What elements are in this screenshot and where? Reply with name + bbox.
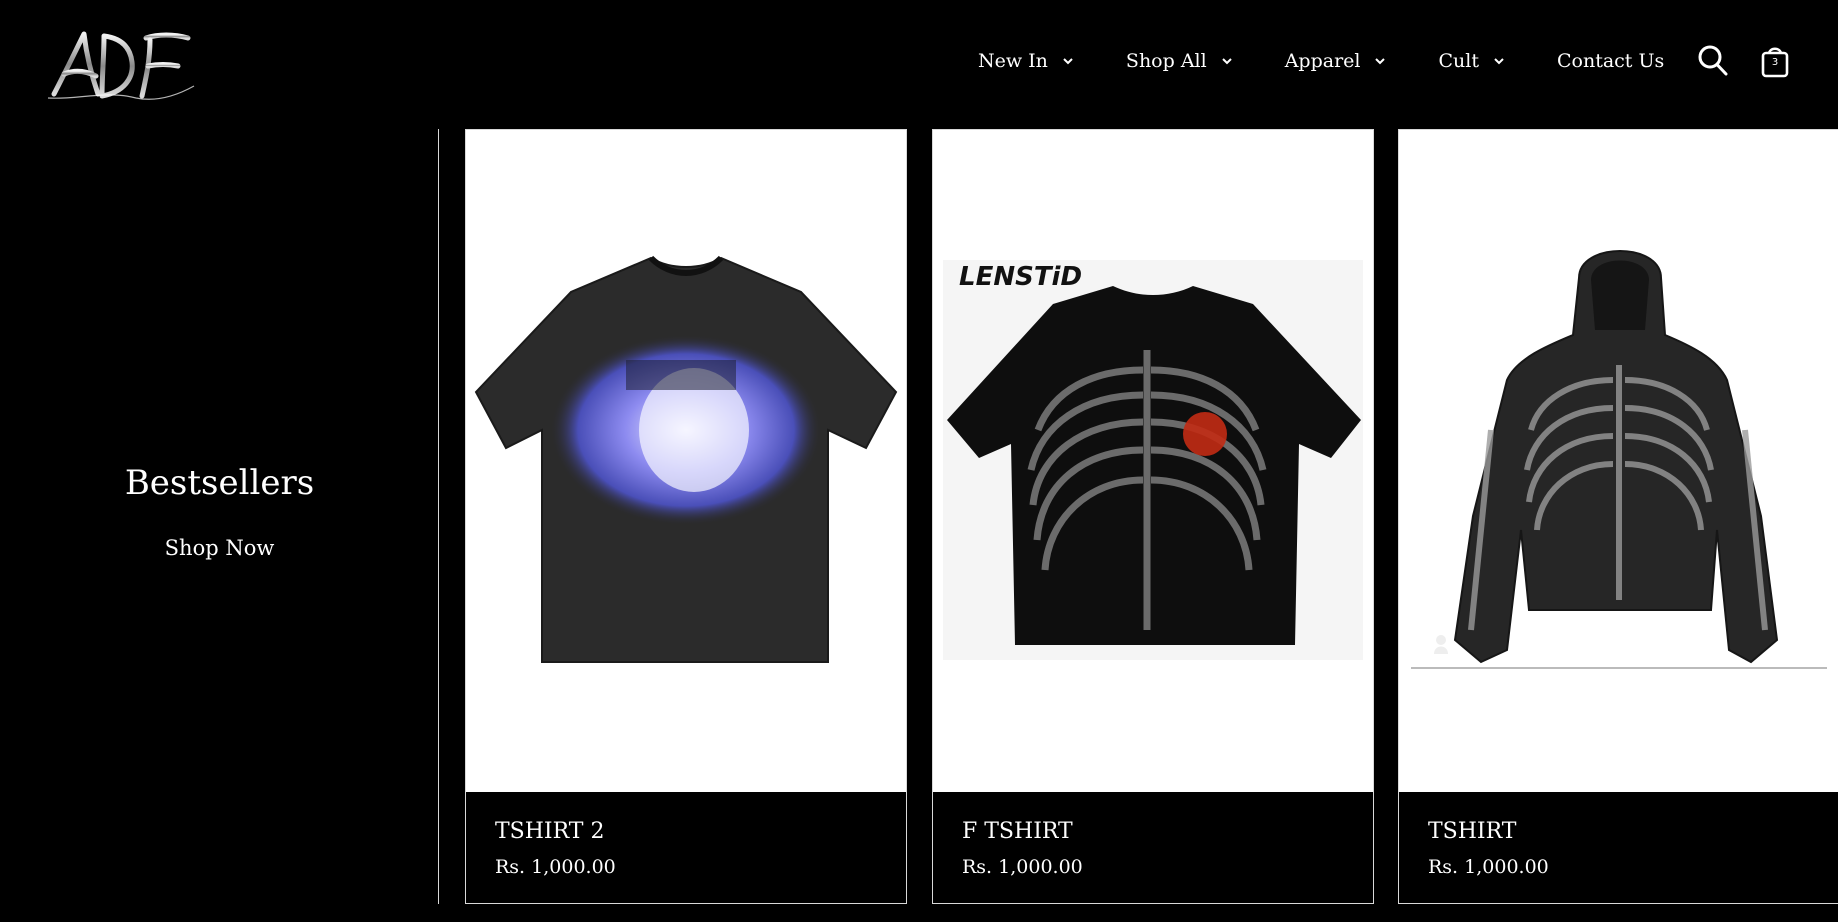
- nav-cult-label: Cult: [1438, 50, 1479, 72]
- nav-contact-us[interactable]: Contact Us: [1557, 50, 1664, 72]
- product-price: Rs. 1,000.00: [962, 856, 1083, 878]
- search-button[interactable]: [1698, 44, 1728, 76]
- nav-new-in-label: New In: [978, 50, 1048, 72]
- chevron-down-icon: [1494, 58, 1504, 65]
- chevron-down-icon: [1221, 58, 1232, 65]
- nav-cult[interactable]: Cult: [1438, 50, 1505, 72]
- product-price: Rs. 1,000.00: [1428, 856, 1549, 878]
- cart-count-badge: 3: [1771, 57, 1779, 68]
- search-icon: [1698, 45, 1728, 76]
- cart-button[interactable]: 3: [1761, 44, 1789, 78]
- nav-shop-all-label: Shop All: [1125, 50, 1207, 72]
- page-bottom: [0, 904, 1838, 922]
- product-card[interactable]: TSHIRT 2 Rs. 1,000.00: [465, 129, 907, 904]
- nav-new-in[interactable]: New In: [978, 50, 1074, 72]
- product-name[interactable]: F TSHIRT: [962, 819, 1073, 844]
- image-brand-text: LENSTiD: [959, 262, 1083, 292]
- product-card[interactable]: LENSTiD F TSHIRT Rs. 1,000.00: [932, 129, 1374, 904]
- product-card[interactable]: TSHIRT Rs. 1,000.00: [1398, 129, 1838, 904]
- chevron-down-icon: [1063, 58, 1073, 65]
- product-name[interactable]: TSHIRT 2: [495, 819, 604, 844]
- product-name[interactable]: TSHIRT: [1428, 819, 1516, 844]
- chevron-down-icon: [1375, 58, 1386, 65]
- product-image-xray-tshirt[interactable]: LENSTiD: [933, 130, 1373, 792]
- site-header: New In Shop All Apparel Cult Contact Us: [0, 0, 1838, 129]
- brand-logo[interactable]: [46, 26, 196, 106]
- nav-apparel[interactable]: Apparel: [1285, 50, 1387, 72]
- promo-title: Bestsellers: [124, 463, 315, 503]
- product-image-skeleton-hoodie[interactable]: [1399, 130, 1838, 792]
- bestsellers-promo: Bestsellers Shop Now: [0, 129, 439, 904]
- main-nav: New In Shop All Apparel Cult Contact Us: [978, 50, 1664, 72]
- shop-now-link[interactable]: Shop Now: [0, 536, 439, 560]
- product-image-tshirt-face[interactable]: [466, 130, 906, 792]
- product-price: Rs. 1,000.00: [495, 856, 616, 878]
- nav-apparel-label: Apparel: [1284, 50, 1361, 72]
- nav-contact-us-label: Contact Us: [1556, 50, 1665, 72]
- nav-shop-all[interactable]: Shop All: [1126, 50, 1233, 72]
